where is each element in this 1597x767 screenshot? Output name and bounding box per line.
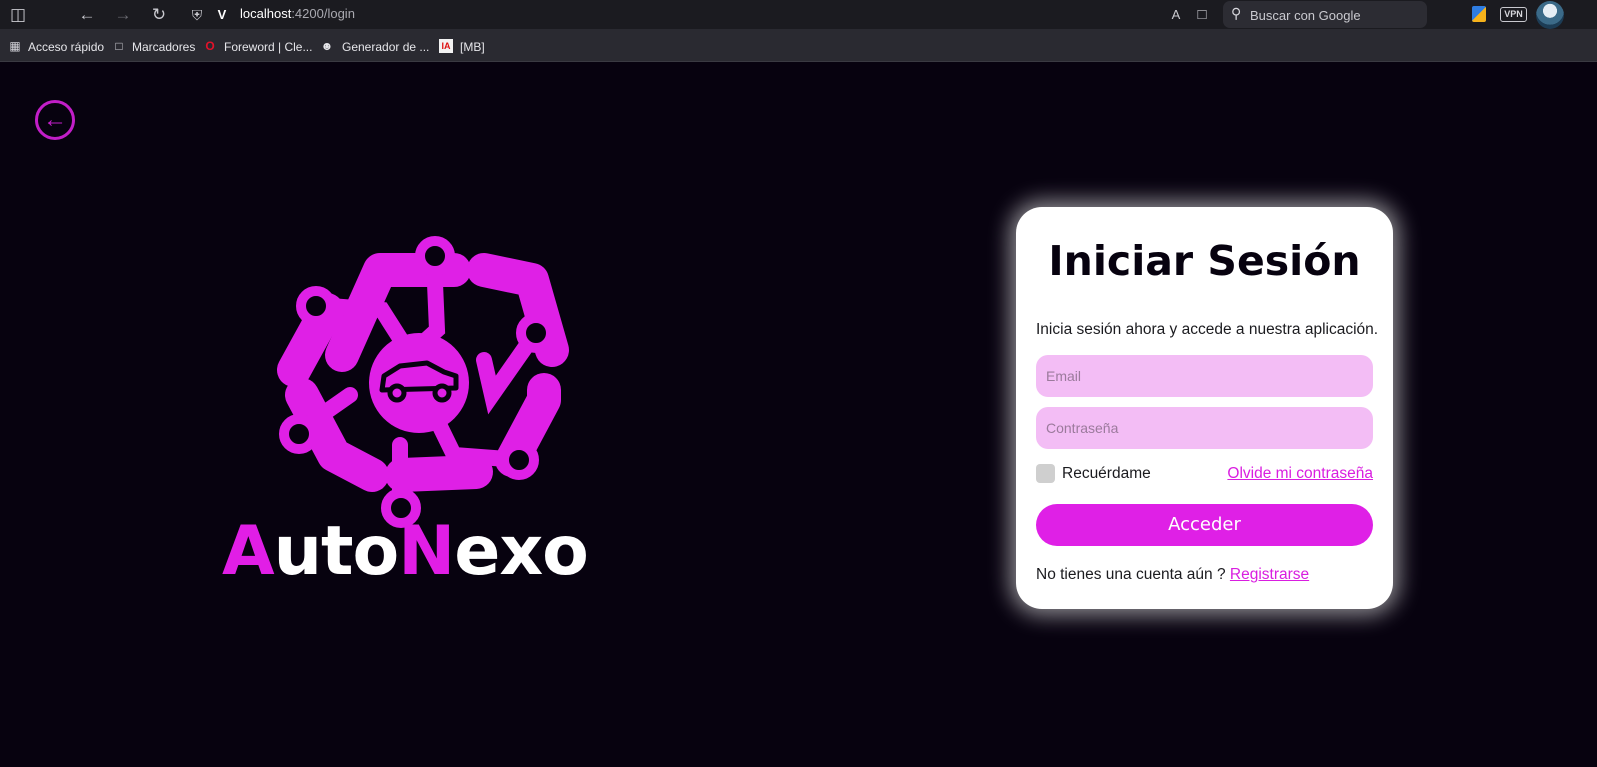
grid-folder-icon: ▦ [9,39,21,53]
bookmark-marcadores[interactable]: Marcadores [132,40,195,54]
brand-part-uto: uto [273,512,400,591]
face-icon: ☻ [320,39,334,53]
login-subtitle: Inicia sesión ahora y accede a nuestra a… [1036,321,1379,338]
mb-icon: IA [439,39,453,53]
folder-icon: □ [115,39,123,53]
submit-button[interactable]: Acceder [1036,504,1373,546]
search-input[interactable]: ⚲ Buscar con Google [1223,1,1427,28]
brand-letter-a: A [222,512,275,591]
email-field[interactable] [1036,355,1373,397]
address-bar[interactable]: localhost:4200/login [240,6,355,21]
url-host: localhost [240,6,292,21]
bookmark-icon[interactable]: □ [1191,4,1213,26]
browser-toolbar: ◫ ← → ↻ ⛨ V localhost:4200/login А □ ⚲ B… [0,0,1597,29]
profile-avatar[interactable] [1536,1,1564,29]
remember-label: Recuérdame [1062,465,1151,482]
brand-part-exo: exo [454,512,589,591]
translate-icon[interactable]: А [1165,4,1187,26]
extension-icon[interactable] [1472,6,1486,22]
register-prompt: No tienes una cuenta aún ? Registrarse [1036,566,1309,584]
vivaldi-icon: V [217,7,227,22]
back-arrow-icon[interactable]: ← [76,4,98,26]
back-button[interactable]: ← [35,100,75,140]
shield-icon[interactable]: ⛨ [186,4,208,26]
password-field[interactable] [1036,407,1373,449]
bookmark-generador[interactable]: Generador de ... [342,40,429,54]
sidebar-toggle-icon[interactable]: ◫ [7,4,29,26]
bookmarks-bar: ▦ Acceso rápido □ Marcadores O Foreword … [0,29,1597,62]
bookmark-acceso-rapido[interactable]: Acceso rápido [28,40,104,54]
brand-wordmark: AutoNexo [222,512,589,591]
forgot-password-link[interactable]: Olvide mi contraseña [1227,465,1373,483]
bookmark-mb[interactable]: [MB] [460,40,485,54]
brand-letter-n: N [398,512,455,591]
opera-icon: O [205,39,215,53]
search-icon: ⚲ [1231,5,1242,21]
url-path: :4200/login [291,6,355,21]
login-title: Iniciar Sesión [1048,237,1361,285]
vpn-button[interactable]: VPN [1500,7,1527,22]
search-placeholder: Buscar con Google [1250,8,1361,23]
bookmark-foreword[interactable]: Foreword | Cle... [224,40,312,54]
register-link[interactable]: Registrarse [1230,566,1309,583]
no-account-text: No tienes una cuenta aún ? [1036,566,1226,583]
login-card: Iniciar Sesión Inicia sesión ahora y acc… [1016,207,1393,609]
forward-arrow-icon[interactable]: → [112,4,134,26]
reload-icon[interactable]: ↻ [148,4,170,26]
arrow-left-icon: ← [43,106,67,133]
remember-checkbox[interactable] [1036,464,1055,483]
